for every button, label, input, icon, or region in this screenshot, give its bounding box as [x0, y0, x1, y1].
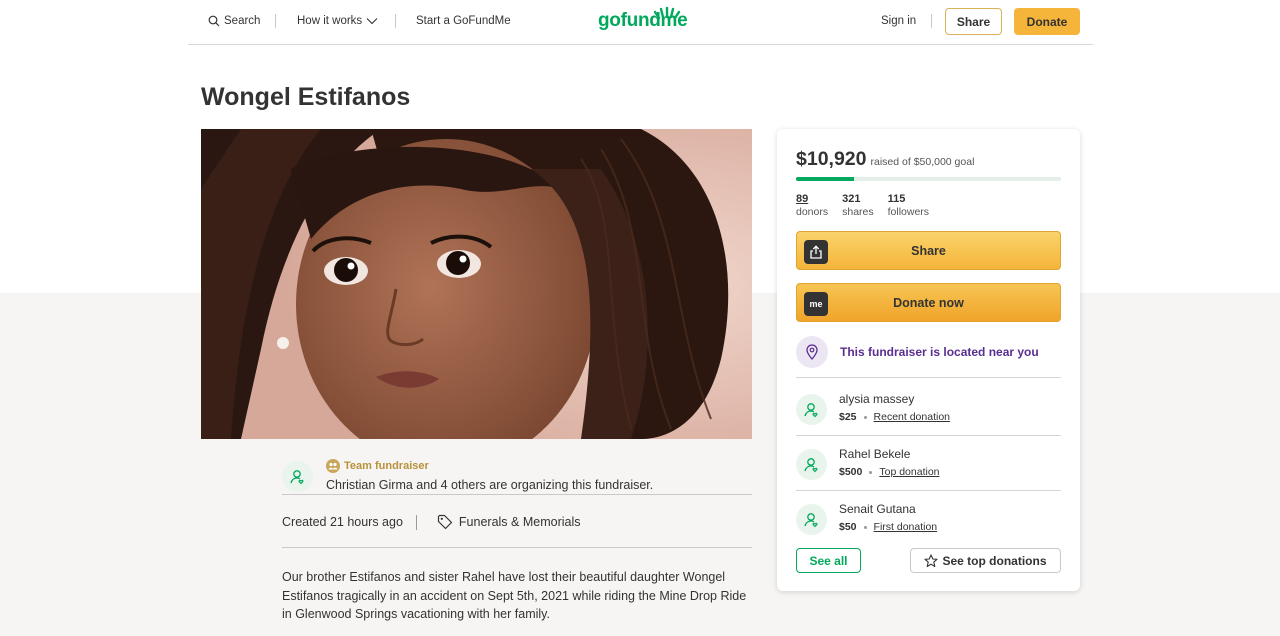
stat-label: followers — [887, 206, 930, 218]
donation-amount: $500 — [839, 466, 863, 478]
stat-number: 89 — [796, 193, 809, 205]
stat-label: donors — [796, 206, 829, 218]
separator-dot — [869, 470, 873, 474]
me-icon-text: me — [809, 299, 823, 309]
nav-sign-in[interactable]: Sign in — [881, 15, 916, 27]
nav-start-gofundme[interactable]: Start a GoFundMe — [416, 15, 511, 27]
share-icon — [804, 240, 828, 264]
donation-item: alysia massey $25 Recent donation — [796, 392, 950, 425]
location-pin-icon — [796, 336, 828, 368]
donation-type-link[interactable]: First donation — [874, 521, 938, 533]
gofundme-me-icon: me — [804, 292, 828, 316]
nav-divider — [931, 14, 932, 28]
user-heart-icon — [289, 469, 304, 484]
search-icon — [208, 15, 220, 27]
nav-divider — [275, 14, 276, 28]
campaign-title: Wongel Estifanos — [201, 83, 411, 111]
organizer-text[interactable]: Christian Girma and 4 others are organiz… — [326, 478, 653, 492]
campaign-meta: Created 21 hours ago Funerals & Memorial… — [282, 514, 581, 530]
donor-name: alysia massey — [839, 392, 915, 406]
donate-now-button[interactable]: me Donate now — [796, 283, 1061, 322]
stat-label: shares — [842, 206, 874, 218]
star-icon — [924, 553, 939, 567]
donation-amount: $50 — [839, 521, 857, 533]
nav-start-label: Start a GoFundMe — [416, 15, 511, 27]
raised-summary: $10,920 raised of $50,000 goal — [796, 148, 974, 171]
donation-item: Rahel Bekele $500 Top donation — [796, 447, 940, 480]
section-divider — [282, 547, 752, 548]
stat-number: 321 — [842, 193, 861, 205]
team-label-text: Team fundraiser — [344, 460, 429, 472]
nav-divider — [395, 14, 396, 28]
donation-sidebar: $10,920 raised of $50,000 goal 89 donors… — [777, 129, 1080, 591]
location-notice: This fundraiser is located near you — [796, 336, 1039, 368]
tag-icon — [437, 514, 453, 530]
card-divider — [796, 435, 1061, 436]
raised-amount: $10,920 — [796, 148, 867, 170]
header-share-button[interactable]: Share — [945, 8, 1002, 35]
stat-donors[interactable]: 89 donors — [796, 193, 828, 218]
nav-search[interactable]: Search — [208, 15, 260, 27]
progress-bar — [796, 177, 1061, 181]
user-heart-icon — [803, 402, 818, 417]
nav-search-label: Search — [224, 15, 261, 27]
created-text: Created 21 hours ago — [282, 515, 403, 529]
see-all-button[interactable]: See all — [796, 548, 861, 573]
donor-avatar — [796, 449, 827, 480]
campaign-story: Our brother Estifanos and sister Rahel h… — [282, 570, 747, 621]
separator-dot — [863, 525, 867, 529]
campaign-stats: 89 donors 321 shares 115 followers — [796, 193, 929, 218]
logo-spark-icon — [653, 6, 681, 20]
donation-amount: $25 — [839, 411, 857, 423]
organizer-avatar — [282, 461, 313, 492]
donation-type-link[interactable]: Recent donation — [874, 411, 950, 423]
donor-avatar — [796, 504, 827, 535]
share-button-label: Share — [911, 243, 946, 258]
campaign-hero-image[interactable] — [201, 129, 752, 439]
progress-fill — [796, 177, 854, 181]
top-nav: Search How it works Start a GoFundMe gof… — [188, 0, 1093, 45]
share-button[interactable]: Share — [796, 231, 1061, 270]
donation-type-link[interactable]: Top donation — [879, 466, 939, 478]
donor-name: Rahel Bekele — [839, 447, 911, 461]
stat-number: 115 — [887, 193, 906, 205]
see-top-donations-button[interactable]: See top donations — [910, 548, 1061, 573]
raised-goal: raised of $50,000 goal — [870, 156, 975, 168]
nav-how-it-works[interactable]: How it works — [297, 15, 378, 27]
see-top-label: See top donations — [942, 553, 1047, 568]
user-heart-icon — [803, 512, 818, 527]
donor-name: Senait Gutana — [839, 502, 916, 516]
card-divider — [796, 490, 1061, 491]
hero-photo-illustration — [201, 129, 752, 439]
user-heart-icon — [803, 457, 818, 472]
nav-signin-label: Sign in — [881, 15, 917, 27]
chevron-down-icon — [366, 18, 378, 25]
team-badge-icon — [326, 459, 340, 473]
stat-followers: 115 followers — [888, 193, 929, 218]
category-label: Funerals & Memorials — [458, 515, 581, 529]
meta-divider — [415, 514, 417, 530]
stat-shares: 321 shares — [842, 193, 874, 218]
category-link[interactable]: Funerals & Memorials — [437, 514, 581, 530]
separator-dot — [863, 415, 867, 419]
donation-item: Senait Gutana $50 First donation — [796, 502, 937, 535]
nav-how-it-works-label: How it works — [297, 15, 363, 27]
donor-avatar — [796, 394, 827, 425]
section-divider — [282, 494, 752, 495]
header-donate-button[interactable]: Donate — [1014, 8, 1080, 35]
donate-now-label: Donate now — [893, 295, 964, 310]
location-text: This fundraiser is located near you — [840, 345, 1039, 359]
card-divider — [796, 377, 1061, 378]
team-fundraiser-label: Team fundraiser — [326, 459, 429, 473]
